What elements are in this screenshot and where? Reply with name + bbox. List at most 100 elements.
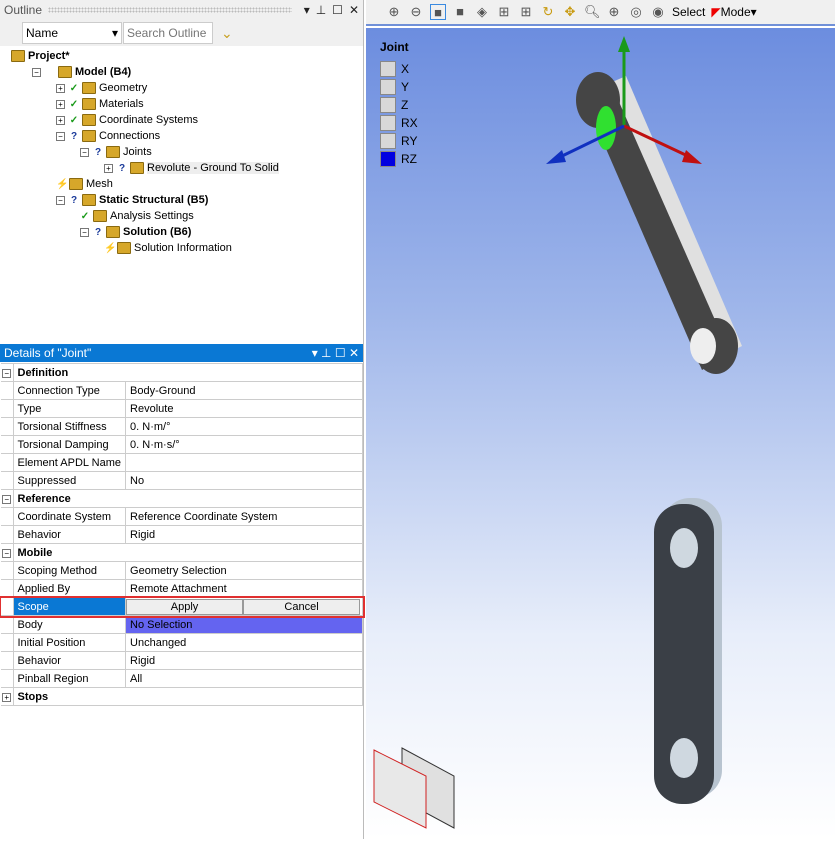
3d-canvas[interactable]: Joint X Y Z RX RY RZ — [366, 28, 835, 839]
cancel-button[interactable]: Cancel — [243, 598, 361, 615]
property-value[interactable]: 0. N·m/° — [125, 417, 363, 436]
details-row[interactable]: Suppressed No — [1, 471, 363, 490]
collapse-icon[interactable]: − — [56, 131, 65, 141]
property-value[interactable]: Unchanged — [125, 633, 363, 652]
filter-select[interactable]: Name ▾ — [22, 22, 122, 44]
property-value[interactable]: Geometry Selection — [125, 561, 363, 580]
tree-node[interactable]: −? Static Structural (B5) — [0, 192, 363, 208]
dof-label: Y — [401, 80, 410, 94]
tree-node[interactable]: − Model (B4) — [0, 64, 363, 80]
details-row-scope[interactable]: Scope Apply Cancel — [0, 595, 365, 618]
pin-icon[interactable]: ⊥ — [316, 3, 326, 17]
collapse-icon[interactable]: − — [80, 227, 89, 237]
property-value[interactable]: All — [125, 669, 363, 688]
details-row[interactable]: Torsional Damping 0. N·m·s/° — [1, 435, 363, 454]
details-row[interactable]: Connection Type Body-Ground — [1, 381, 363, 400]
tree-node[interactable]: Project* — [0, 48, 363, 64]
box-zoom-icon[interactable]: ⊕ — [606, 4, 622, 20]
collapse-icon[interactable]: − — [2, 548, 12, 558]
details-category[interactable]: − Mobile — [1, 543, 363, 562]
details-category[interactable]: + Stops — [1, 687, 363, 706]
tree-node-label: Solution Information — [134, 242, 232, 254]
tree-node[interactable]: +? Revolute - Ground To Solid — [0, 160, 363, 176]
property-value[interactable]: No Selection — [125, 615, 363, 634]
close-icon[interactable]: ✕ — [349, 3, 359, 17]
tree-node[interactable]: ⚡ Solution Information — [0, 240, 363, 256]
tree-node-label: Project* — [28, 50, 70, 62]
dof-swatch — [380, 79, 396, 95]
details-row[interactable]: Scoping Method Geometry Selection — [1, 561, 363, 580]
details-row[interactable]: Applied By Remote Attachment — [1, 579, 363, 598]
property-value[interactable]: Body-Ground — [125, 381, 363, 400]
details-row[interactable]: Initial Position Unchanged — [1, 633, 363, 652]
details-row[interactable]: Body No Selection — [1, 615, 363, 634]
tree-node[interactable]: −? Connections — [0, 128, 363, 144]
details-row[interactable]: Behavior Rigid — [1, 525, 363, 544]
maximize-icon[interactable]: ☐ — [332, 3, 343, 17]
collapse-icon[interactable]: − — [32, 67, 41, 77]
cube-icon[interactable]: ■ — [430, 4, 446, 20]
collapse-icon[interactable]: − — [2, 368, 12, 378]
maximize-icon[interactable]: ☐ — [335, 346, 349, 360]
property-value[interactable]: Rigid — [125, 651, 363, 670]
tree-node[interactable]: + ✓ Geometry — [0, 80, 363, 96]
property-value[interactable]: 0. N·m·s/° — [125, 435, 363, 454]
mode-button[interactable]: ◤Mode▾ — [711, 5, 756, 19]
expand-icon[interactable]: + — [56, 83, 65, 93]
zoom-out-icon[interactable]: ⊖ — [408, 4, 424, 20]
property-value[interactable] — [125, 453, 363, 472]
tree-item-icon — [82, 130, 96, 142]
zoom-in-icon[interactable]: ⊕ — [386, 4, 402, 20]
tree-node[interactable]: −? Joints — [0, 144, 363, 160]
tree-item-icon — [117, 242, 131, 254]
magnifier-icon[interactable]: ◉ — [650, 4, 666, 20]
collapse-icon[interactable]: − — [80, 147, 89, 157]
shaded-cube-icon[interactable]: ■ — [452, 4, 468, 20]
zoom-icon[interactable]: 🔍︎ — [584, 4, 601, 20]
collapse-icon[interactable]: − — [2, 494, 12, 504]
zoom-fit-icon[interactable]: ◎ — [628, 4, 644, 20]
pan-icon[interactable]: ✥ — [562, 4, 578, 20]
collapse-icon[interactable]: − — [56, 195, 65, 205]
tree-item-icon — [69, 178, 83, 190]
details-category[interactable]: − Definition — [1, 363, 363, 382]
property-value[interactable]: Rigid — [125, 525, 363, 544]
details-row[interactable]: Torsional Stiffness 0. N·m/° — [1, 417, 363, 436]
expand-chevron-icon[interactable]: ⌄ — [221, 25, 233, 42]
property-value[interactable]: Remote Attachment — [125, 579, 363, 598]
expand-icon[interactable]: + — [2, 692, 12, 702]
tree-node[interactable]: + ✓ Materials — [0, 96, 363, 112]
tree-node[interactable]: ✓ Analysis Settings — [0, 208, 363, 224]
tree-node[interactable]: −? Solution (B6) — [0, 224, 363, 240]
tree-node[interactable]: ⚡ Mesh — [0, 176, 363, 192]
property-value[interactable]: Revolute — [125, 399, 363, 418]
joint-hole-highlight — [596, 106, 616, 150]
property-value[interactable]: Reference Coordinate System — [125, 507, 363, 526]
pin-icon[interactable]: ⊥ — [321, 346, 335, 360]
close-icon[interactable]: ✕ — [349, 346, 359, 360]
details-category[interactable]: − Reference — [1, 489, 363, 508]
tree-item-icon — [82, 194, 96, 206]
rotate-icon[interactable]: ↻ — [540, 4, 556, 20]
details-row[interactable]: Coordinate System Reference Coordinate Sy… — [1, 507, 363, 526]
search-outline-input[interactable] — [123, 22, 213, 44]
details-row[interactable]: Behavior Rigid — [1, 651, 363, 670]
expand-icon[interactable]: + — [56, 99, 65, 109]
details-row[interactable]: Pinball Region All — [1, 669, 363, 688]
window-split-icon[interactable]: ⊞ — [496, 4, 512, 20]
expand-icon[interactable]: + — [104, 163, 113, 173]
property-value[interactable]: No — [125, 471, 363, 490]
dof-label: RZ — [401, 152, 417, 166]
select-button[interactable]: Select — [672, 5, 705, 19]
link-upper — [576, 72, 742, 374]
apply-button[interactable]: Apply — [126, 598, 244, 615]
expand-icon[interactable]: + — [56, 115, 65, 125]
details-row[interactable]: Type Revolute — [1, 399, 363, 418]
details-row[interactable]: Element APDL Name — [1, 453, 363, 472]
dropdown-icon[interactable]: ▾ — [304, 3, 310, 17]
dropdown-icon[interactable]: ▾ — [312, 346, 321, 360]
section-icon[interactable]: ◈ — [474, 4, 490, 20]
tree-node[interactable]: + ✓ Coordinate Systems — [0, 112, 363, 128]
window-split2-icon[interactable]: ⊞ — [518, 4, 534, 20]
category-label: Reference — [12, 489, 363, 508]
